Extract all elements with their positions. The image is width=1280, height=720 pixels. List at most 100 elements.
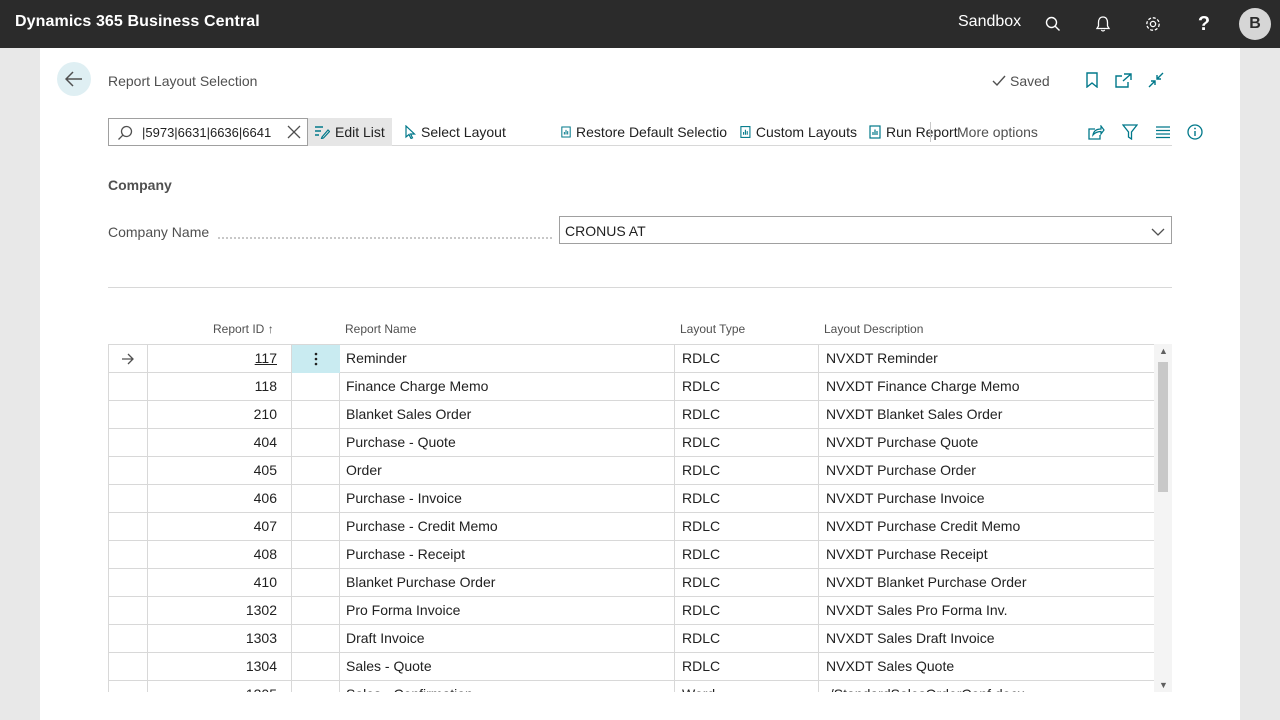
table-row[interactable]: 407 Purchase - Credit Memo RDLC NVXDT Purch…: [109, 513, 1154, 541]
row-menu-button[interactable]: [292, 401, 340, 429]
column-divider: [674, 485, 675, 513]
cell-layout-description: ./StandardSalesOrderConf.docx: [826, 681, 1154, 692]
avatar[interactable]: B: [1239, 8, 1271, 40]
cell-layout-description: NVXDT Finance Charge Memo: [826, 378, 1020, 394]
column-divider: [818, 373, 819, 401]
collapse-icon[interactable]: [1146, 70, 1166, 90]
table-row[interactable]: 1302 Pro Forma Invoice RDLC NVXDT Sales Pro…: [109, 597, 1154, 625]
info-icon[interactable]: [1185, 122, 1205, 142]
cell-report-id[interactable]: 118: [147, 373, 277, 401]
cell-report-id[interactable]: 404: [147, 429, 277, 457]
grid-scrollbar[interactable]: ▲ ▼: [1154, 344, 1172, 692]
bell-icon[interactable]: [1091, 12, 1115, 36]
bookmark-icon[interactable]: [1082, 70, 1102, 90]
row-indicator[interactable]: [109, 681, 147, 692]
cell-layout-type: RDLC: [682, 574, 721, 590]
search-box[interactable]: |5973|6631|6636|6641: [108, 118, 308, 146]
cell-layout-type: RDLC: [682, 602, 721, 618]
row-indicator[interactable]: [109, 429, 147, 457]
company-name-select[interactable]: CRONUS AT: [559, 216, 1172, 244]
row-indicator[interactable]: [109, 625, 147, 653]
filter-icon[interactable]: [1120, 122, 1140, 142]
app-title[interactable]: Dynamics 365 Business Central: [15, 13, 260, 31]
table-row[interactable]: 406 Purchase - Invoice RDLC NVXDT Purchase …: [109, 485, 1154, 513]
search-icon[interactable]: [1041, 12, 1065, 36]
table-row[interactable]: 405 Order RDLC NVXDT Purchase Order: [109, 457, 1154, 485]
table-row[interactable]: 118 Finance Charge Memo RDLC NVXDT Finance …: [109, 373, 1154, 401]
select-layout-button[interactable]: Select Layout: [404, 118, 512, 146]
row-menu-button[interactable]: [292, 653, 340, 681]
row-indicator[interactable]: [109, 457, 147, 485]
more-options-button[interactable]: More options: [957, 118, 1038, 146]
row-menu-button[interactable]: [292, 513, 340, 541]
cell-report-id[interactable]: 1302: [147, 597, 277, 625]
cell-report-id[interactable]: 1305: [147, 681, 277, 692]
run-report-button[interactable]: Run Report: [869, 118, 961, 146]
row-menu-button[interactable]: [292, 569, 340, 597]
environment-name[interactable]: Sandbox: [958, 13, 1021, 31]
column-header-layout-description[interactable]: Layout Description: [824, 322, 923, 336]
row-indicator[interactable]: [109, 653, 147, 681]
cell-report-id[interactable]: 408: [147, 541, 277, 569]
column-divider: [818, 541, 819, 569]
cell-report-id[interactable]: 1303: [147, 625, 277, 653]
cell-report-id[interactable]: 406: [147, 485, 277, 513]
table-row[interactable]: 404 Purchase - Quote RDLC NVXDT Purchase Qu…: [109, 429, 1154, 457]
cell-report-id[interactable]: 407: [147, 513, 277, 541]
custom-layouts-button[interactable]: Custom Layouts: [740, 118, 857, 146]
column-header-layout-type[interactable]: Layout Type: [680, 322, 745, 336]
table-row[interactable]: 1305 Sales - Confirmation Word ./StandardSa…: [109, 681, 1154, 692]
row-menu-button[interactable]: [292, 681, 340, 692]
scroll-down-arrow[interactable]: ▼: [1159, 680, 1168, 690]
row-indicator[interactable]: [109, 373, 147, 401]
row-indicator[interactable]: [109, 597, 147, 625]
cell-report-name: Order: [346, 462, 382, 478]
row-indicator[interactable]: [109, 485, 147, 513]
row-menu-button[interactable]: [292, 485, 340, 513]
row-menu-button[interactable]: [292, 541, 340, 569]
saved-label: Saved: [1010, 73, 1050, 89]
section-title-company[interactable]: Company: [108, 177, 172, 193]
cell-report-id[interactable]: 210: [147, 401, 277, 429]
row-indicator[interactable]: [109, 569, 147, 597]
open-new-window-icon[interactable]: [1113, 70, 1133, 90]
search-input[interactable]: |5973|6631|6636|6641: [142, 125, 282, 140]
back-button[interactable]: [57, 62, 91, 96]
scroll-up-arrow[interactable]: ▲: [1159, 346, 1168, 356]
column-header-report-name[interactable]: Report Name: [345, 322, 416, 336]
gear-icon[interactable]: [1141, 12, 1165, 36]
clear-search-icon[interactable]: [287, 125, 301, 144]
table-row[interactable]: 210 Blanket Sales Order RDLC NVXDT Blanket …: [109, 401, 1154, 429]
row-menu-button[interactable]: [292, 625, 340, 653]
row-menu-button[interactable]: [292, 345, 340, 373]
row-indicator[interactable]: [109, 345, 147, 373]
cell-report-name: Blanket Sales Order: [346, 406, 472, 422]
row-menu-button[interactable]: [292, 373, 340, 401]
table-row[interactable]: 410 Blanket Purchase Order RDLC NVXDT Blank…: [109, 569, 1154, 597]
row-menu-button[interactable]: [292, 597, 340, 625]
cell-report-id[interactable]: 410: [147, 569, 277, 597]
row-indicator[interactable]: [109, 401, 147, 429]
list-icon[interactable]: [1153, 122, 1173, 142]
column-divider: [818, 681, 819, 692]
table-row[interactable]: 408 Purchase - Receipt RDLC NVXDT Purchase …: [109, 541, 1154, 569]
table-row[interactable]: 1304 Sales - Quote RDLC NVXDT Sales Quote: [109, 653, 1154, 681]
table-row[interactable]: 117 Reminder RDLC NVXDT Reminder: [109, 345, 1154, 373]
page-title: Report Layout Selection: [108, 73, 258, 89]
cell-report-id[interactable]: 1304: [147, 653, 277, 681]
row-indicator[interactable]: [109, 513, 147, 541]
cell-report-id[interactable]: 405: [147, 457, 277, 485]
edit-list-button[interactable]: Edit List: [308, 118, 392, 146]
help-icon[interactable]: ?: [1192, 12, 1216, 36]
restore-default-button[interactable]: Restore Default Selectio: [561, 118, 727, 146]
column-header-report-id[interactable]: Report ID ↑: [213, 322, 274, 336]
toolbar-separator: [930, 122, 931, 142]
scroll-thumb[interactable]: [1158, 362, 1168, 492]
edit-list-icon: [315, 126, 330, 139]
table-row[interactable]: 1303 Draft Invoice RDLC NVXDT Sales Draft I…: [109, 625, 1154, 653]
row-menu-button[interactable]: [292, 457, 340, 485]
share-icon[interactable]: [1086, 122, 1106, 142]
row-menu-button[interactable]: [292, 429, 340, 457]
row-indicator[interactable]: [109, 541, 147, 569]
cell-report-id[interactable]: 117: [147, 345, 277, 373]
